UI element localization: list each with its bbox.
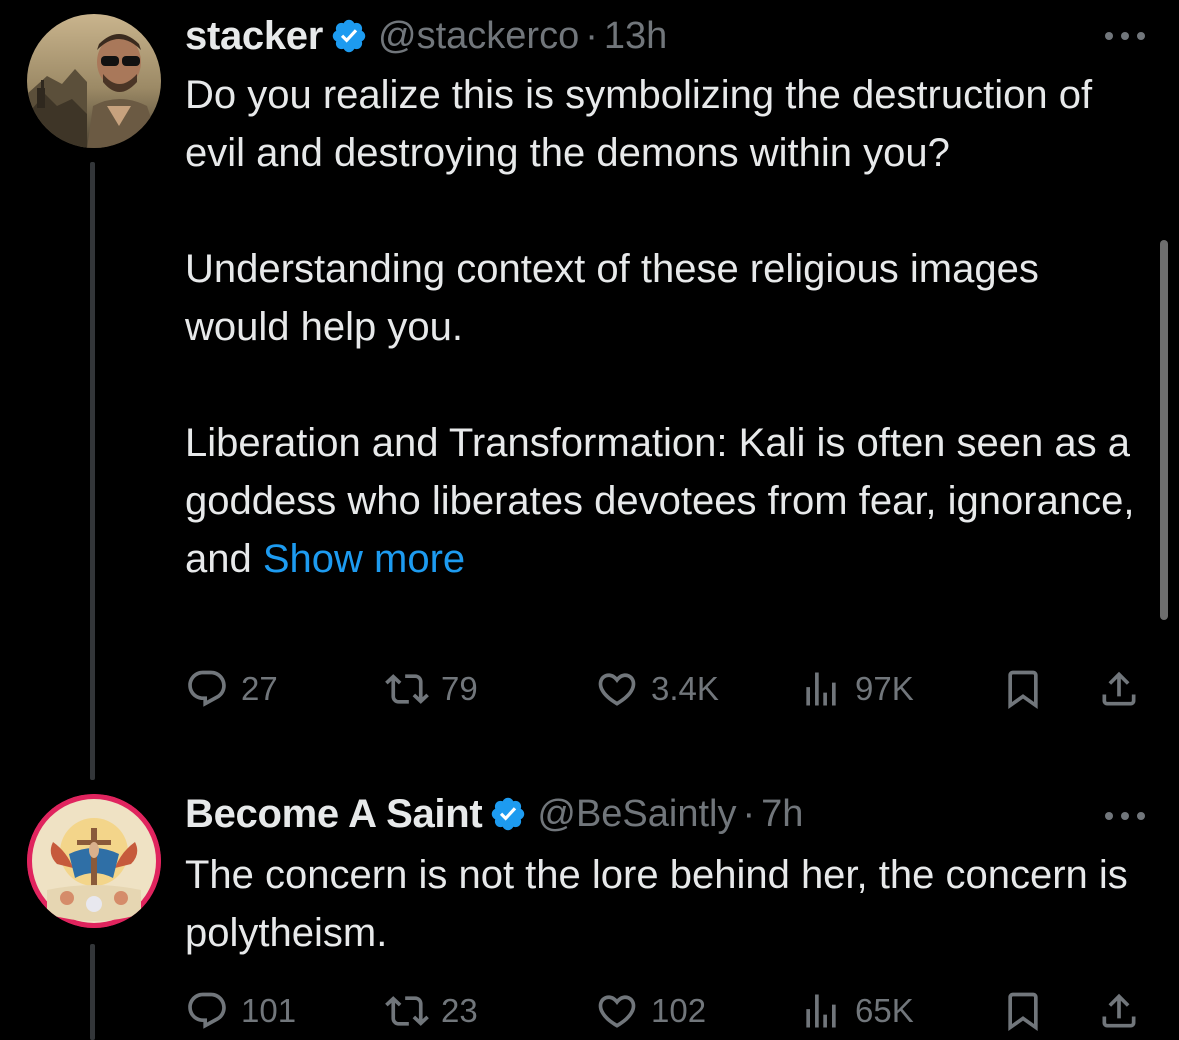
handle[interactable]: @BeSaintly [537, 793, 736, 836]
tweet-header: stacker @stackerco · 13h [185, 12, 667, 60]
bookmark-button[interactable] [1001, 986, 1057, 1036]
show-more-link[interactable]: Show more [263, 537, 465, 581]
profile-photo-icon [27, 794, 161, 928]
like-button[interactable]: 3.4K [595, 664, 719, 714]
timestamp[interactable]: 7h [761, 793, 803, 836]
more-options-icon[interactable] [1105, 806, 1145, 826]
repost-button[interactable]: 23 [385, 986, 478, 1036]
repost-count: 79 [441, 670, 478, 707]
more-options-icon[interactable] [1105, 26, 1145, 46]
tweet-text: Do you realize this is symbolizing the d… [185, 66, 1145, 588]
avatar[interactable] [27, 14, 161, 148]
verified-badge-icon [332, 19, 366, 53]
display-name[interactable]: stacker [185, 14, 323, 59]
repost-icon [385, 674, 429, 704]
timestamp[interactable]: 13h [604, 15, 667, 58]
repost-button[interactable]: 79 [385, 664, 478, 714]
views-chart-icon [806, 672, 836, 706]
share-icon [1102, 671, 1136, 706]
thread-line [90, 944, 95, 1040]
tweet-header: Become A Saint @BeSaintly · 7h [185, 790, 803, 838]
view-count: 97K [855, 670, 914, 707]
tweet-actions: 27 79 3.4K 97K [185, 664, 1145, 714]
tweet-paragraph: Do you realize this is symbolizing the d… [185, 73, 1093, 175]
separator-dot: · [742, 792, 756, 835]
bookmark-icon [1008, 670, 1038, 710]
share-icon [1102, 993, 1136, 1028]
share-button[interactable] [1097, 986, 1153, 1036]
tweet-text: The concern is not the lore behind her, … [185, 846, 1145, 962]
verified-badge-icon [492, 797, 525, 831]
separator-dot: · [585, 14, 598, 57]
reply-count: 101 [241, 992, 297, 1029]
tweet-paragraph: Understanding context of these religious… [185, 247, 1039, 349]
reply-count: 27 [241, 670, 278, 707]
share-button[interactable] [1097, 664, 1153, 714]
tweet-paragraph: Liberation and Transformation: Kali is o… [185, 414, 1145, 588]
thread-line [90, 162, 95, 780]
display-name[interactable]: Become A Saint [185, 792, 483, 837]
heart-icon [598, 995, 636, 1028]
views-chart-icon [806, 994, 836, 1028]
tweet-actions: 101 23 102 65K [185, 986, 1145, 1036]
tweet-paragraph: The concern is not the lore behind her, … [185, 853, 1128, 955]
like-count: 3.4K [651, 670, 719, 707]
bookmark-icon [1008, 992, 1038, 1032]
like-button[interactable]: 102 [595, 986, 706, 1036]
reply-button[interactable]: 27 [185, 664, 278, 714]
views-button[interactable]: 65K [799, 986, 914, 1036]
reply-icon [188, 670, 226, 707]
repost-icon [385, 996, 429, 1026]
repost-count: 23 [441, 992, 478, 1029]
avatar[interactable] [27, 794, 161, 928]
heart-icon [598, 673, 636, 706]
profile-photo-icon [27, 14, 161, 148]
reply-icon [188, 992, 226, 1029]
views-button[interactable]: 97K [799, 664, 914, 714]
scrollbar[interactable] [1160, 240, 1168, 620]
bookmark-button[interactable] [1001, 664, 1057, 714]
view-count: 65K [855, 992, 914, 1029]
reply-button[interactable]: 101 [185, 986, 296, 1036]
like-count: 102 [651, 992, 707, 1029]
handle[interactable]: @stackerco [378, 15, 579, 58]
